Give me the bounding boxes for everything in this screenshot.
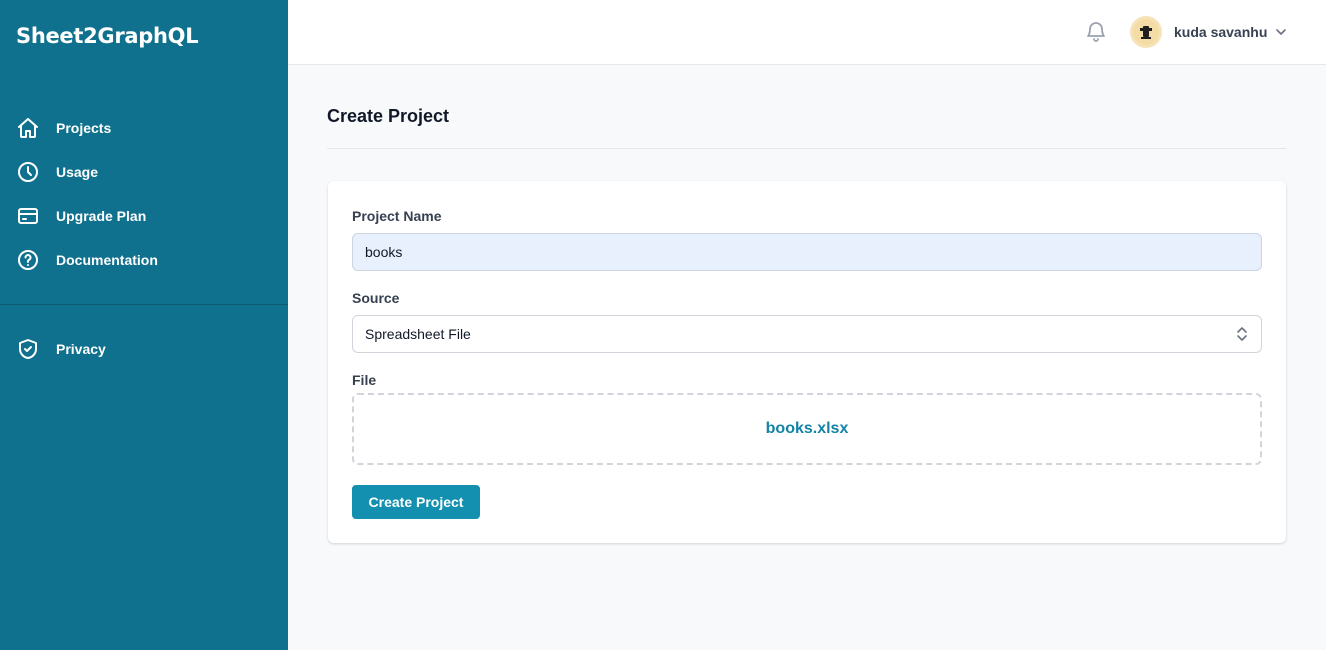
file-label: File — [352, 372, 377, 388]
source-selected-value: Spreadsheet File — [365, 326, 471, 342]
sidebar-item-upgrade-plan[interactable]: Upgrade Plan — [0, 194, 288, 238]
sidebar-item-label: Privacy — [56, 341, 106, 357]
selector-icon — [1237, 327, 1247, 341]
chevron-down-icon — [1276, 29, 1287, 35]
avatar — [1130, 16, 1162, 48]
sidebar-item-projects[interactable]: Projects — [0, 106, 288, 150]
create-project-form: Project Name Source Spreadsheet File Fil… — [328, 181, 1286, 543]
file-name[interactable]: books.xlsx — [766, 420, 849, 438]
source-label: Source — [352, 290, 400, 306]
project-name-input[interactable] — [352, 233, 1262, 271]
credit-card-icon — [18, 208, 38, 224]
sidebar-item-privacy[interactable]: Privacy — [0, 327, 288, 371]
user-menu[interactable]: kuda savanhu — [1130, 15, 1289, 49]
project-name-label: Project Name — [352, 208, 442, 224]
sidebar-item-label: Usage — [56, 164, 99, 180]
clock-icon — [18, 162, 38, 182]
sidebar-item-usage[interactable]: Usage — [0, 150, 288, 194]
sidebar-item-label: Documentation — [56, 252, 158, 268]
source-select[interactable]: Spreadsheet File — [352, 315, 1262, 353]
sidebar-nav: Projects Usage Upgrade Plan Documentatio… — [0, 106, 288, 282]
sidebar-item-label: Upgrade Plan — [56, 208, 147, 224]
sidebar: Sheet2GraphQL Projects Usage Upgrade Pla… — [0, 0, 288, 650]
avatar-icon — [1133, 19, 1159, 45]
home-icon — [18, 118, 38, 138]
question-circle-icon — [18, 250, 38, 270]
bell-icon[interactable] — [1084, 20, 1108, 44]
create-project-button[interactable]: Create Project — [352, 485, 480, 519]
title-divider — [327, 148, 1286, 149]
page-title: Create Project — [327, 106, 450, 126]
sidebar-item-label: Projects — [56, 120, 112, 136]
top-bar: kuda savanhu — [288, 0, 1326, 65]
sidebar-secondary-nav: Privacy — [0, 327, 288, 371]
shield-check-icon — [19, 339, 37, 359]
user-name: kuda savanhu — [1174, 24, 1268, 40]
sidebar-divider — [0, 304, 288, 305]
brand-logo[interactable]: Sheet2GraphQL — [16, 24, 199, 48]
file-dropzone[interactable]: books.xlsx — [352, 393, 1262, 465]
sidebar-item-documentation[interactable]: Documentation — [0, 238, 288, 282]
